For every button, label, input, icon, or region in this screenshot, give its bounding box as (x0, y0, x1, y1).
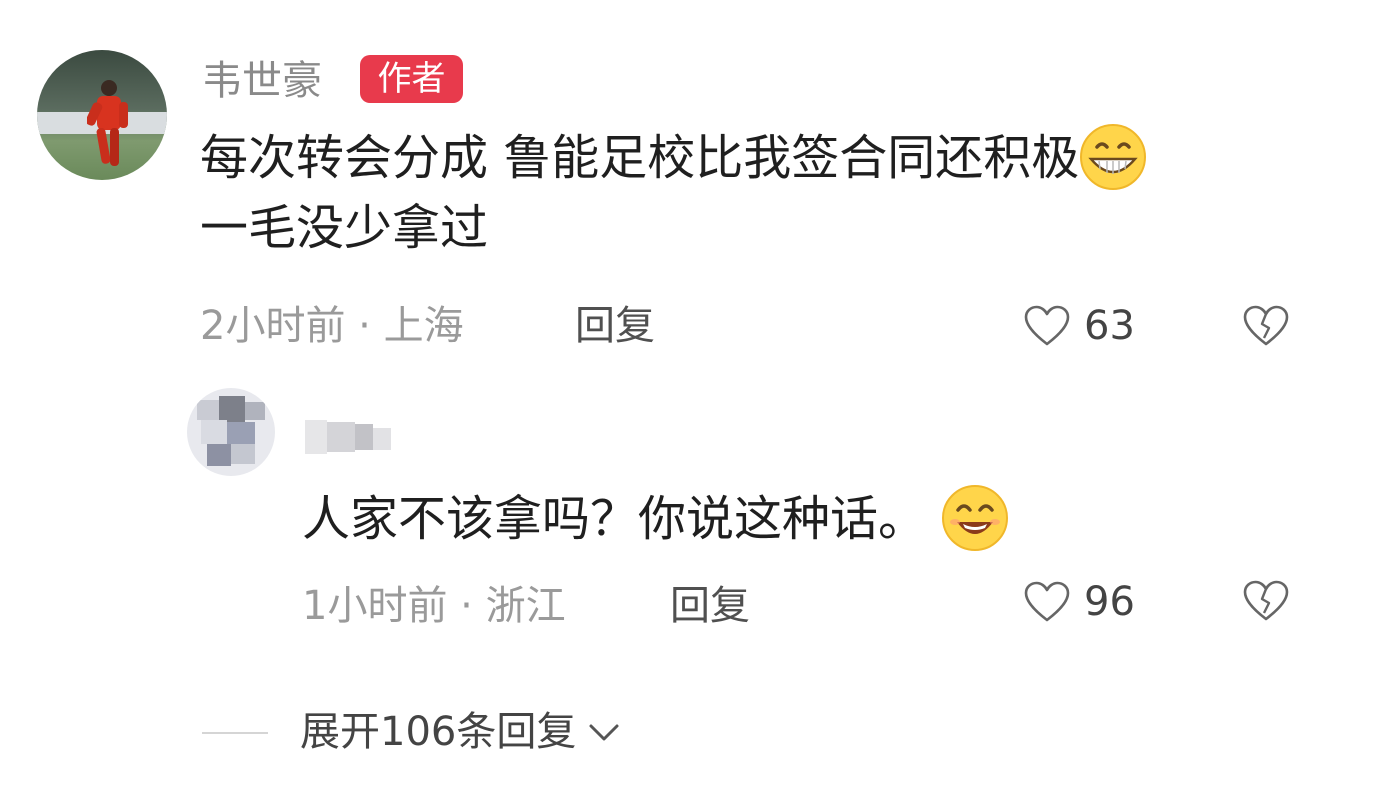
heart-icon (1024, 305, 1070, 346)
comment-text: 每次转会分成 鲁能足校比我签合同还积极 一毛没少拿过 (200, 124, 1320, 261)
author-avatar[interactable] (37, 50, 167, 180)
comment-time-location: 2小时前 · 上海 (200, 303, 464, 349)
chevron-down-icon (589, 724, 619, 741)
grinning-face-icon (1080, 124, 1147, 190)
like-button[interactable]: 63 (1024, 300, 1135, 352)
author-badge: 作者 (360, 55, 463, 103)
author-name[interactable]: 韦世豪 (202, 55, 322, 107)
reply-like-button[interactable]: 96 (1024, 576, 1135, 628)
player-figure-icon (87, 80, 128, 166)
like-count: 63 (1084, 303, 1135, 349)
expand-replies-label: 展开106条回复 (300, 709, 577, 755)
reply-like-count: 96 (1084, 579, 1135, 625)
smiling-face-icon (942, 485, 1009, 551)
reply-text: 人家不该拿吗？你说这种话。 (302, 485, 1009, 556)
comment-text-line2: 一毛没少拿过 (200, 200, 489, 256)
reply-button[interactable]: 回复 (575, 300, 655, 352)
comment-text-line1: 每次转会分成 鲁能足校比我签合同还积极 (200, 130, 1080, 186)
broken-heart-icon[interactable] (1243, 580, 1289, 622)
heart-icon (1024, 581, 1070, 622)
reply-time-location: 1小时前 · 浙江 (302, 583, 566, 629)
expand-replies-button[interactable]: 展开106条回复 (300, 706, 622, 758)
expand-divider (202, 732, 268, 734)
broken-heart-icon[interactable] (1243, 305, 1289, 347)
reply-text-content: 人家不该拿吗？你说这种话。 (302, 491, 927, 547)
reply-reply-button[interactable]: 回复 (670, 580, 750, 632)
reply-author-name[interactable] (305, 414, 395, 460)
reply-avatar[interactable] (187, 388, 275, 476)
